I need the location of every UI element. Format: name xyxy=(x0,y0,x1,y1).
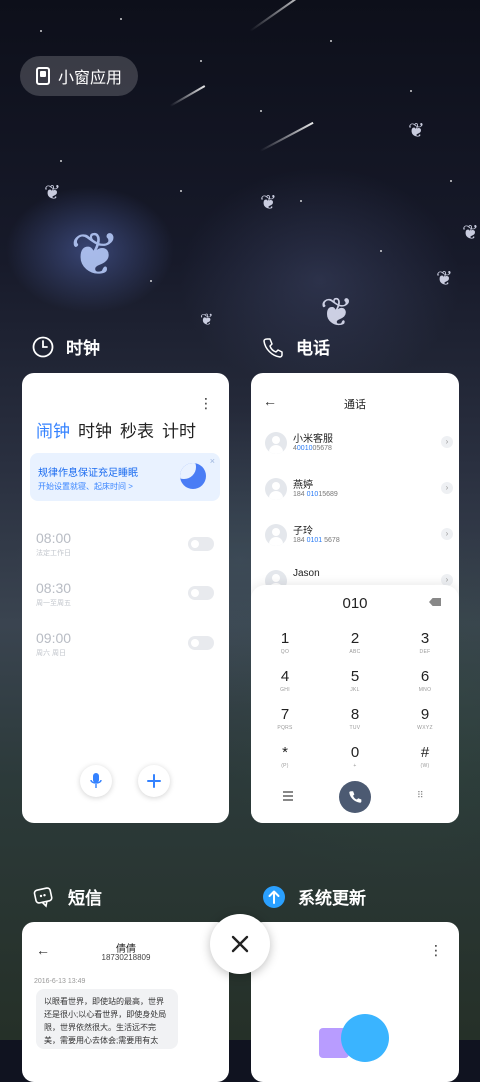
contact-item[interactable]: 小米客服 4001005678 › xyxy=(265,430,453,460)
phone-icon xyxy=(263,337,283,358)
tab-alarm[interactable]: 闹钟 xyxy=(36,417,70,442)
clock-icon xyxy=(32,336,54,357)
alarm-item[interactable]: 09:00 周六 周日 xyxy=(36,630,71,658)
message-icon xyxy=(33,886,53,908)
alarm-time: 08:30 xyxy=(36,580,72,596)
dialed-number: 010 xyxy=(342,595,368,612)
app-name-clock: 时钟 xyxy=(66,339,100,358)
floating-window-icon xyxy=(36,67,50,85)
tab-clock[interactable]: 时钟 xyxy=(78,417,112,442)
contact-name: 燕婷 xyxy=(293,480,313,491)
alarm-toggle[interactable] xyxy=(188,636,214,650)
dial-key-2[interactable]: 2 ABC xyxy=(335,631,375,656)
app-label-clock[interactable]: 时钟 xyxy=(32,334,100,359)
contact-item[interactable]: 燕婷 184 01015689 › xyxy=(265,476,453,506)
alarm-item[interactable]: 08:00 法定工作日 xyxy=(36,530,71,558)
dial-key-4[interactable]: 4 GHI xyxy=(265,669,305,694)
sms-timestamp: 2016-6-13 13:49 xyxy=(34,978,86,985)
banner-title: 规律作息保证充足睡眠 xyxy=(38,468,138,479)
alarm-repeat: 周一至周五 xyxy=(36,600,71,607)
dialpad-toggle-icon[interactable]: ⠿ xyxy=(417,790,424,801)
dial-key-1[interactable]: 1 QO xyxy=(265,631,305,656)
dial-key-8[interactable]: 8 TUV xyxy=(335,707,375,732)
app-label-phone[interactable]: 电话 xyxy=(262,334,330,359)
chevron-right-icon[interactable]: › xyxy=(441,482,453,494)
dial-key-6[interactable]: 6 MNO xyxy=(405,669,445,694)
sms-app-card[interactable]: ← 倩倩 18730218809 2016-6-13 13:49 以眼看世界，即… xyxy=(22,922,229,1082)
clock-app-card[interactable]: ⋮ 闹钟 时钟 秒表 计时 规律作息保证充足睡眠 开始设置就寝、起床时间 > ×… xyxy=(22,373,229,823)
chevron-right-icon[interactable]: › xyxy=(441,528,453,540)
message-bubble[interactable]: 以眼看世界，即使站的最高，世界还是很小;以心看世界，即使身处局限，世界依然很大。… xyxy=(36,989,178,1049)
alarm-time: 08:00 xyxy=(36,530,72,546)
microphone-icon xyxy=(90,773,102,788)
avatar xyxy=(265,432,287,454)
contact-number: 4001005678 xyxy=(293,445,332,452)
dial-key-0[interactable]: 0 + xyxy=(335,745,375,770)
menu-icon[interactable] xyxy=(283,791,293,803)
dial-key-star[interactable]: * (P) xyxy=(265,745,305,770)
app-name-phone: 电话 xyxy=(296,339,330,358)
dial-key-7[interactable]: 7 PQRS xyxy=(265,707,305,732)
plus-icon xyxy=(147,774,161,788)
banner-close-icon[interactable]: × xyxy=(210,456,215,466)
contact-name: 子玲 xyxy=(293,526,313,537)
clock-tabs: 闹钟 时钟 秒表 计时 xyxy=(36,417,196,442)
more-vertical-icon[interactable]: ⋮ xyxy=(199,395,213,412)
contact-number: 184 01015689 xyxy=(293,491,338,498)
banner-subtitle: 开始设置就寝、起床时间 > xyxy=(38,482,133,491)
alarm-repeat: 周六 周日 xyxy=(36,650,66,657)
close-icon xyxy=(231,935,249,953)
phone-app-card[interactable]: ← 通话 小米客服 4001005678 › 燕婷 184 01015689 ›… xyxy=(251,373,459,823)
tab-stopwatch[interactable]: 秒表 xyxy=(120,417,154,442)
app-label-update[interactable]: 系统更新 xyxy=(262,884,366,909)
moon-icon xyxy=(180,463,206,489)
clear-all-button[interactable] xyxy=(210,914,270,974)
alarm-item[interactable]: 08:30 周一至周五 xyxy=(36,580,71,608)
floating-window-label: 小窗应用 xyxy=(58,70,123,87)
more-vertical-icon[interactable]: ⋮ xyxy=(429,942,443,959)
tab-timer[interactable]: 计时 xyxy=(162,417,196,442)
contact-name: 小米客服 xyxy=(293,434,333,445)
sleep-banner[interactable]: 规律作息保证充足睡眠 开始设置就寝、起床时间 > × xyxy=(30,453,220,501)
dialpad: 010 1 QO 2 ABC 3 DEF 4 GHI 5 JKL 6 MNO 7 PQRS 8… xyxy=(251,585,459,823)
phone-call-icon xyxy=(349,791,362,803)
contact-name: Jason xyxy=(293,568,320,579)
chevron-right-icon[interactable]: › xyxy=(441,436,453,448)
add-alarm-button[interactable] xyxy=(138,765,170,797)
update-icon xyxy=(263,885,285,908)
dial-key-5[interactable]: 5 JKL xyxy=(335,669,375,694)
floating-window-button[interactable]: 小窗应用 xyxy=(20,56,138,96)
alarm-repeat: 法定工作日 xyxy=(36,550,71,557)
voice-button[interactable] xyxy=(80,765,112,797)
dial-key-hash[interactable]: # (W) xyxy=(405,745,445,770)
app-name-sms: 短信 xyxy=(68,889,102,908)
avatar xyxy=(265,478,287,500)
sms-contact-number: 18730218809 xyxy=(101,953,151,962)
alarm-toggle[interactable] xyxy=(188,586,214,600)
update-app-card[interactable]: ⋮ xyxy=(251,922,459,1082)
app-name-update: 系统更新 xyxy=(298,889,366,908)
app-label-sms[interactable]: 短信 xyxy=(32,884,102,909)
contact-item[interactable]: 子玲 184 0101 5678 › xyxy=(265,522,453,552)
contact-number: 184 0101 5678 xyxy=(293,537,340,544)
phone-title: 通话 xyxy=(344,399,366,411)
miui-logo-circle xyxy=(341,1014,389,1062)
dial-key-3[interactable]: 3 DEF xyxy=(405,631,445,656)
dial-key-9[interactable]: 9 WXYZ xyxy=(405,707,445,732)
alarm-time: 09:00 xyxy=(36,630,72,646)
alarm-toggle[interactable] xyxy=(188,537,214,551)
avatar xyxy=(265,524,287,546)
call-button[interactable] xyxy=(339,781,371,813)
